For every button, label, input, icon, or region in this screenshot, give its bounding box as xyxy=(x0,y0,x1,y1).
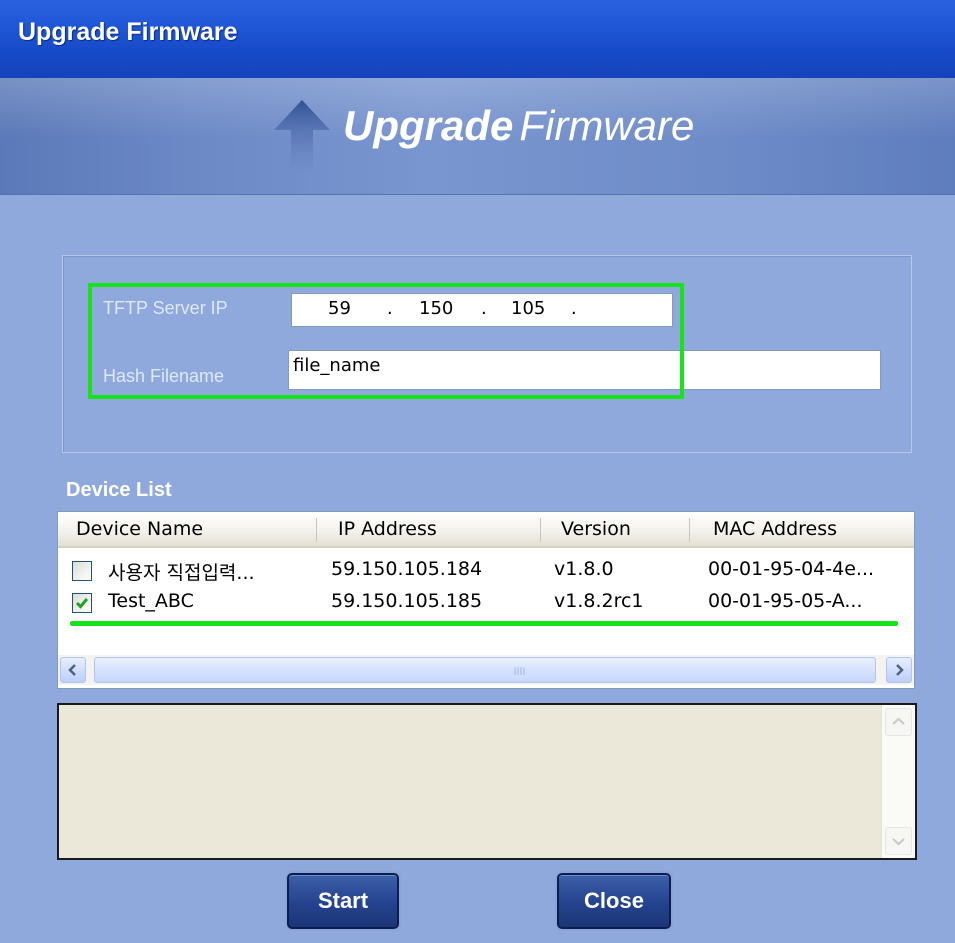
version-cell: v1.8.2rc1 xyxy=(554,590,644,612)
scroll-up-button[interactable] xyxy=(885,708,912,736)
column-header-mac-address[interactable]: MAC Address xyxy=(713,518,837,540)
mac-address-cell: 00-01-95-04-4e... xyxy=(708,558,875,580)
column-header-device-name[interactable]: Device Name xyxy=(76,518,203,540)
close-button[interactable]: Close xyxy=(557,873,671,929)
ip-address-cell: 59.150.105.185 xyxy=(331,590,483,612)
banner: Upgrade Firmware xyxy=(0,78,955,195)
version-cell: v1.8.0 xyxy=(554,558,614,580)
table-row[interactable]: Test_ABC 59.150.105.185 v1.8.2rc1 00-01-… xyxy=(58,588,914,618)
chevron-right-icon xyxy=(896,664,904,676)
highlight-box xyxy=(88,283,684,399)
upgrade-firmware-window: Upgrade Firmware Upgrade Firmware TFTP Se… xyxy=(0,0,955,943)
banner-title-light: Firmware xyxy=(519,102,695,149)
table-row[interactable]: 사용자 직접입력... 59.150.105.184 v1.8.0 00-01-… xyxy=(58,556,914,586)
column-divider[interactable] xyxy=(540,518,541,542)
checkmark-icon xyxy=(75,598,89,609)
device-list-title: Device List xyxy=(66,479,172,501)
scroll-thumb[interactable] xyxy=(94,657,876,683)
window-title: Upgrade Firmware xyxy=(18,18,238,46)
chevron-left-icon xyxy=(68,664,76,676)
device-list-view[interactable]: Device Name IP Address Version MAC Addre… xyxy=(57,511,915,689)
chevron-down-icon xyxy=(892,838,905,846)
grip-icon xyxy=(514,667,525,675)
device-checkbox[interactable] xyxy=(72,593,92,613)
chevron-up-icon xyxy=(892,717,905,725)
ip-address-cell: 59.150.105.184 xyxy=(331,558,483,580)
title-bar[interactable]: Upgrade Firmware xyxy=(0,0,955,78)
scroll-left-button[interactable] xyxy=(60,657,86,683)
device-name-cell: 사용자 직접입력... xyxy=(108,562,255,584)
up-arrow-icon xyxy=(274,100,330,172)
device-checkbox[interactable] xyxy=(72,561,92,581)
scroll-right-button[interactable] xyxy=(886,657,912,683)
banner-title-bold: Upgrade xyxy=(343,102,514,149)
column-header-version[interactable]: Version xyxy=(561,518,631,540)
mac-address-cell: 00-01-95-05-A... xyxy=(708,590,863,612)
horizontal-scrollbar[interactable] xyxy=(58,655,914,685)
column-header-ip-address[interactable]: IP Address xyxy=(338,518,437,540)
banner-title: Upgrade Firmware xyxy=(343,102,694,150)
start-button[interactable]: Start xyxy=(287,873,399,929)
scroll-down-button[interactable] xyxy=(885,827,912,855)
log-output[interactable] xyxy=(57,703,917,860)
column-divider[interactable] xyxy=(316,518,317,542)
list-header: Device Name IP Address Version MAC Addre… xyxy=(58,512,914,548)
device-name-cell: Test_ABC xyxy=(108,590,194,612)
column-divider[interactable] xyxy=(689,518,690,542)
highlight-underline xyxy=(70,621,898,626)
vertical-scrollbar[interactable] xyxy=(881,705,915,858)
